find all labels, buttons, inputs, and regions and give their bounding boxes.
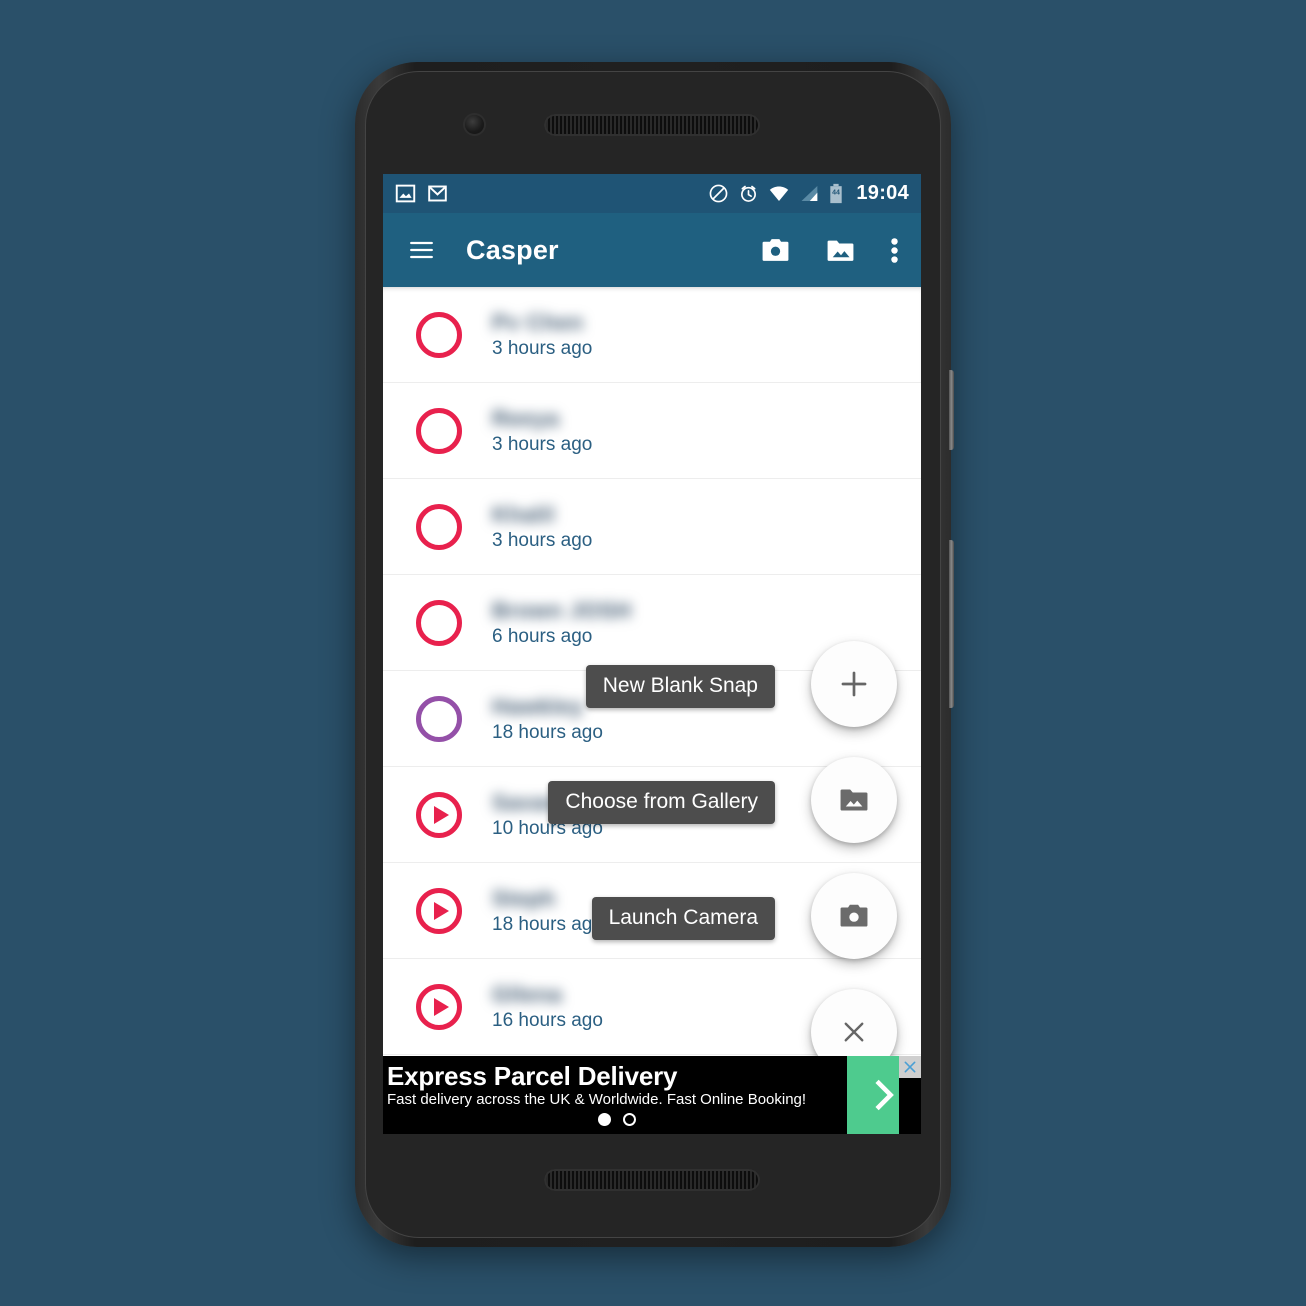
advertisement-banner[interactable]: Express Parcel Delivery Fast delivery ac…	[383, 1056, 921, 1134]
circle-ring-icon	[410, 599, 468, 646]
power-button[interactable]	[949, 370, 954, 450]
snap-row-text: Khalil 3 hours ago	[492, 502, 592, 552]
fab-new-blank-snap-button[interactable]	[811, 641, 897, 727]
ad-headline: Express Parcel Delivery	[387, 1061, 678, 1091]
snap-timestamp: 3 hours ago	[492, 529, 593, 551]
gallery-folder-icon[interactable]	[825, 235, 856, 266]
gallery-folder-icon	[837, 783, 871, 817]
snap-list-item[interactable]: Khalil 3 hours ago	[383, 479, 921, 575]
app-bar-actions	[760, 235, 899, 266]
status-notification-area	[395, 183, 448, 204]
snap-row-text: Gllena 16 hours ago	[492, 982, 603, 1032]
close-icon	[839, 1017, 869, 1047]
battery-icon: 44	[828, 183, 844, 204]
fab-label-new-blank-snap[interactable]: New Blank Snap	[585, 665, 775, 708]
ad-carousel-dots[interactable]	[598, 1113, 636, 1127]
image-icon	[395, 183, 416, 204]
play-circle-icon	[410, 983, 468, 1030]
snap-row-text: Brown JOSH 6 hours ago	[492, 598, 631, 648]
cellular-signal-icon	[799, 183, 819, 204]
circle-ring-icon	[410, 407, 468, 454]
ad-close-button[interactable]	[899, 1056, 921, 1078]
hamburger-menu-icon[interactable]	[405, 237, 438, 263]
circle-ring-icon	[410, 503, 468, 550]
status-system-area: 44 19:04	[708, 182, 909, 205]
bottom-speaker	[544, 1169, 760, 1191]
ad-carousel-dot-active[interactable]	[598, 1113, 611, 1127]
phone-device: 44 19:04 Casper Pv Chen 3 hours ago Reey…	[355, 62, 954, 1247]
snap-timestamp: 3 hours ago	[492, 337, 593, 359]
play-circle-icon	[410, 791, 468, 838]
volume-rocker-button[interactable]	[949, 540, 954, 708]
gmail-icon	[427, 183, 448, 204]
camera-icon[interactable]	[760, 235, 791, 266]
snap-row-text: Steph 18 hours ago	[492, 886, 603, 936]
alarm-icon	[738, 183, 759, 204]
close-icon	[902, 1059, 918, 1075]
snap-timestamp: 18 hours ago	[492, 721, 603, 743]
ad-text-area: Express Parcel Delivery Fast delivery ac…	[383, 1056, 847, 1134]
fab-choose-from-gallery-button[interactable]	[811, 757, 897, 843]
snap-sender-name: Brown JOSH	[492, 597, 632, 623]
snap-timestamp: 16 hours ago	[492, 1009, 603, 1031]
app-title: Casper	[466, 234, 559, 265]
snap-timestamp: 3 hours ago	[492, 433, 593, 455]
snap-list-item[interactable]: Reeya 3 hours ago	[383, 383, 921, 479]
snap-sender-name: Khalil	[492, 501, 555, 527]
circle-ring-icon	[410, 695, 468, 742]
snap-timestamp: 6 hours ago	[492, 625, 593, 647]
snap-row-text: Reeya 3 hours ago	[492, 406, 592, 456]
snap-sender-name: Reeya	[492, 405, 560, 431]
ad-carousel-dot[interactable]	[623, 1113, 636, 1127]
play-circle-icon	[410, 887, 468, 934]
phone-screen: 44 19:04 Casper Pv Chen 3 hours ago Reey…	[383, 174, 921, 1134]
wifi-icon	[768, 183, 790, 204]
fab-label-launch-camera[interactable]: Launch Camera	[591, 897, 775, 940]
overflow-menu-icon[interactable]	[890, 235, 899, 266]
battery-level-text: 44	[832, 189, 840, 196]
fab-launch-camera-button[interactable]	[811, 873, 897, 959]
snap-sender-name: Pv Chen	[492, 309, 584, 335]
do-not-disturb-icon	[708, 183, 729, 204]
snap-sender-name: Steph	[492, 885, 556, 911]
snap-sender-name: Gllena	[492, 981, 563, 1007]
snap-timestamp: 18 hours ago	[492, 913, 603, 935]
status-clock: 19:04	[856, 182, 909, 204]
earpiece-speaker	[544, 114, 760, 136]
status-bar: 44 19:04	[383, 174, 921, 213]
chevron-right-icon	[867, 1075, 901, 1115]
ad-subtext: Fast delivery across the UK & Worldwide.…	[387, 1091, 807, 1109]
snap-list-item[interactable]: Pv Chen 3 hours ago	[383, 287, 921, 383]
app-bar: Casper	[383, 213, 921, 287]
circle-ring-icon	[410, 311, 468, 358]
plus-icon	[837, 667, 871, 701]
fab-label-choose-from-gallery[interactable]: Choose from Gallery	[548, 781, 775, 824]
camera-icon	[837, 899, 871, 933]
snap-row-text: Pv Chen 3 hours ago	[492, 310, 592, 360]
front-camera-icon	[465, 115, 484, 134]
